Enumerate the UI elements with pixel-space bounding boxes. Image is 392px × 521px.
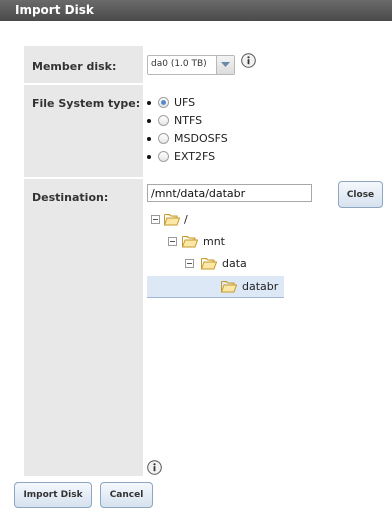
radio-ufs[interactable] <box>158 97 169 108</box>
tree-node-root[interactable]: / <box>145 210 205 230</box>
tree-node-label: / <box>184 213 188 226</box>
fs-type-label: File System type: <box>32 97 141 110</box>
import-disk-form: Member disk: da0 (1.0 TB) File System ty… <box>24 46 383 476</box>
collapse-icon[interactable] <box>168 237 177 246</box>
tree-node-label: mnt <box>203 235 225 248</box>
folder-open-icon <box>201 258 217 270</box>
tree-node-mnt[interactable]: mnt <box>145 232 245 252</box>
member-disk-value: da0 (1.0 TB) <box>151 59 207 69</box>
info-icon[interactable] <box>147 460 162 475</box>
member-disk-row: Member disk: da0 (1.0 TB) <box>24 46 383 83</box>
collapse-icon[interactable] <box>185 259 194 268</box>
folder-open-icon <box>164 214 180 226</box>
fs-option-label: MSDOSFS <box>174 132 228 145</box>
radio-ext2fs[interactable] <box>158 151 169 162</box>
cancel-button[interactable]: Cancel <box>100 482 153 508</box>
fs-option-label: EXT2FS <box>174 150 216 163</box>
destination-row: Destination: Close / <box>24 179 383 476</box>
tree-node-data[interactable]: data <box>145 254 265 274</box>
radio-msdosfs[interactable] <box>158 133 169 144</box>
chevron-down-icon[interactable] <box>216 56 234 74</box>
fs-type-row: File System type: UFS NTFS MSDOSFS EXT2F… <box>24 85 383 177</box>
tree-node-label: data <box>222 257 247 270</box>
destination-path-input[interactable] <box>147 184 312 202</box>
info-icon[interactable] <box>241 53 256 68</box>
tree-node-label: databr <box>242 280 279 293</box>
collapse-icon[interactable] <box>151 215 160 224</box>
folder-open-icon <box>182 236 198 248</box>
dialog-titlebar[interactable]: Import Disk <box>0 0 392 21</box>
fs-option-label: UFS <box>174 96 196 109</box>
folder-open-icon <box>221 281 237 293</box>
member-disk-select[interactable]: da0 (1.0 TB) <box>147 55 235 75</box>
fs-option-label: NTFS <box>174 114 203 127</box>
destination-label: Destination: <box>32 191 109 204</box>
import-disk-button[interactable]: Import Disk <box>14 482 92 508</box>
dialog-title: Import Disk <box>15 3 94 17</box>
tree-node-databr[interactable]: databr <box>145 277 284 297</box>
radio-ntfs[interactable] <box>158 115 169 126</box>
close-browser-button[interactable]: Close <box>338 181 383 208</box>
member-disk-label: Member disk: <box>32 60 117 73</box>
